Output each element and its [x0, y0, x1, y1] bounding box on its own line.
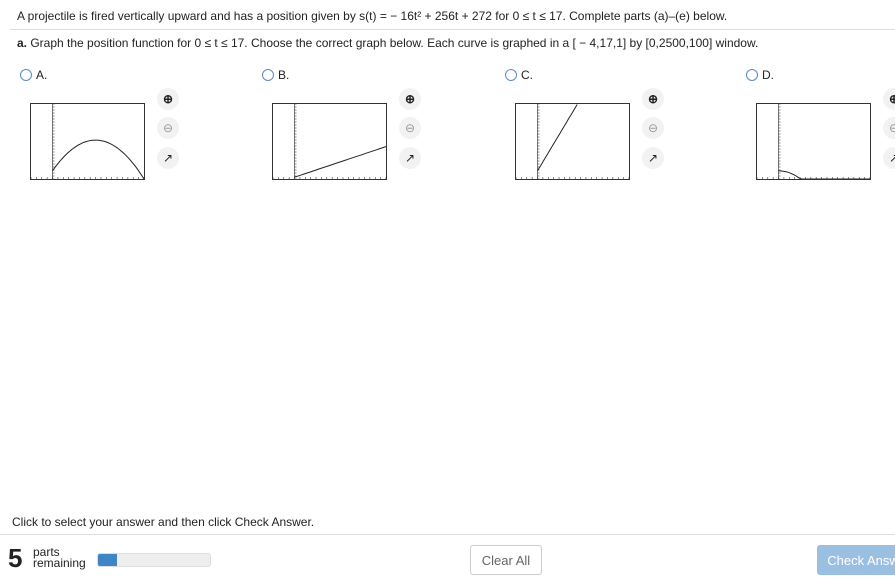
zoom-in-icon[interactable]: ⊕: [399, 88, 421, 110]
parts-line2: remaining: [33, 556, 86, 570]
graph-curve: [294, 146, 387, 178]
zoom-out-icon[interactable]: ⊖: [399, 117, 421, 139]
radio-button[interactable]: [262, 69, 274, 81]
option-label: B.: [278, 68, 290, 82]
graph-svg: [756, 103, 871, 180]
popout-icon[interactable]: ↗: [642, 147, 664, 169]
question-intro: A projectile is fired vertically upward …: [17, 9, 728, 23]
popout-icon[interactable]: ↗: [399, 147, 421, 169]
radio-button[interactable]: [20, 69, 32, 81]
progress-bar: [97, 553, 211, 567]
parts-count: 5: [8, 543, 23, 573]
radio-button[interactable]: [505, 69, 517, 81]
part-text: Graph the position function for 0 ≤ t ≤ …: [27, 36, 759, 50]
zoom-in-icon[interactable]: ⊕: [157, 88, 179, 110]
graph-option-d[interactable]: [756, 103, 871, 180]
graph-option-b[interactable]: [272, 103, 387, 180]
option-label: A.: [36, 68, 48, 82]
option-c[interactable]: C.: [505, 68, 533, 82]
check-answer-button[interactable]: Check Answ: [817, 545, 895, 575]
part-label: a.: [17, 36, 28, 50]
parts-label: parts remaining: [33, 546, 86, 570]
graph-svg: [515, 103, 630, 180]
popout-icon[interactable]: ↗: [157, 147, 179, 169]
popout-icon[interactable]: ↗: [883, 147, 895, 169]
radio-button[interactable]: [746, 69, 758, 81]
graph-svg: [30, 103, 145, 180]
graph-option-a[interactable]: [30, 103, 145, 180]
zoom-in-icon[interactable]: ⊕: [883, 88, 895, 110]
progress-fill: [98, 554, 118, 566]
instruction: Click to select your answer and then cli…: [12, 515, 315, 529]
graph-curve: [778, 170, 870, 180]
part-a-text: a. Graph the position function for 0 ≤ t…: [17, 36, 758, 50]
option-a[interactable]: A.: [20, 68, 47, 82]
graph-svg: [272, 103, 387, 180]
option-label: D.: [762, 68, 774, 82]
zoom-out-icon[interactable]: ⊖: [642, 117, 664, 139]
clear-all-button[interactable]: Clear All: [470, 545, 542, 575]
graph-curve: [52, 139, 145, 180]
option-b[interactable]: B.: [262, 68, 289, 82]
zoom-in-icon[interactable]: ⊕: [642, 88, 664, 110]
graph-option-c[interactable]: [515, 103, 630, 180]
zoom-out-icon[interactable]: ⊖: [157, 117, 179, 139]
option-label: C.: [521, 68, 533, 82]
option-d[interactable]: D.: [746, 68, 774, 82]
zoom-out-icon[interactable]: ⊖: [883, 117, 895, 139]
graph-curve: [537, 104, 578, 172]
